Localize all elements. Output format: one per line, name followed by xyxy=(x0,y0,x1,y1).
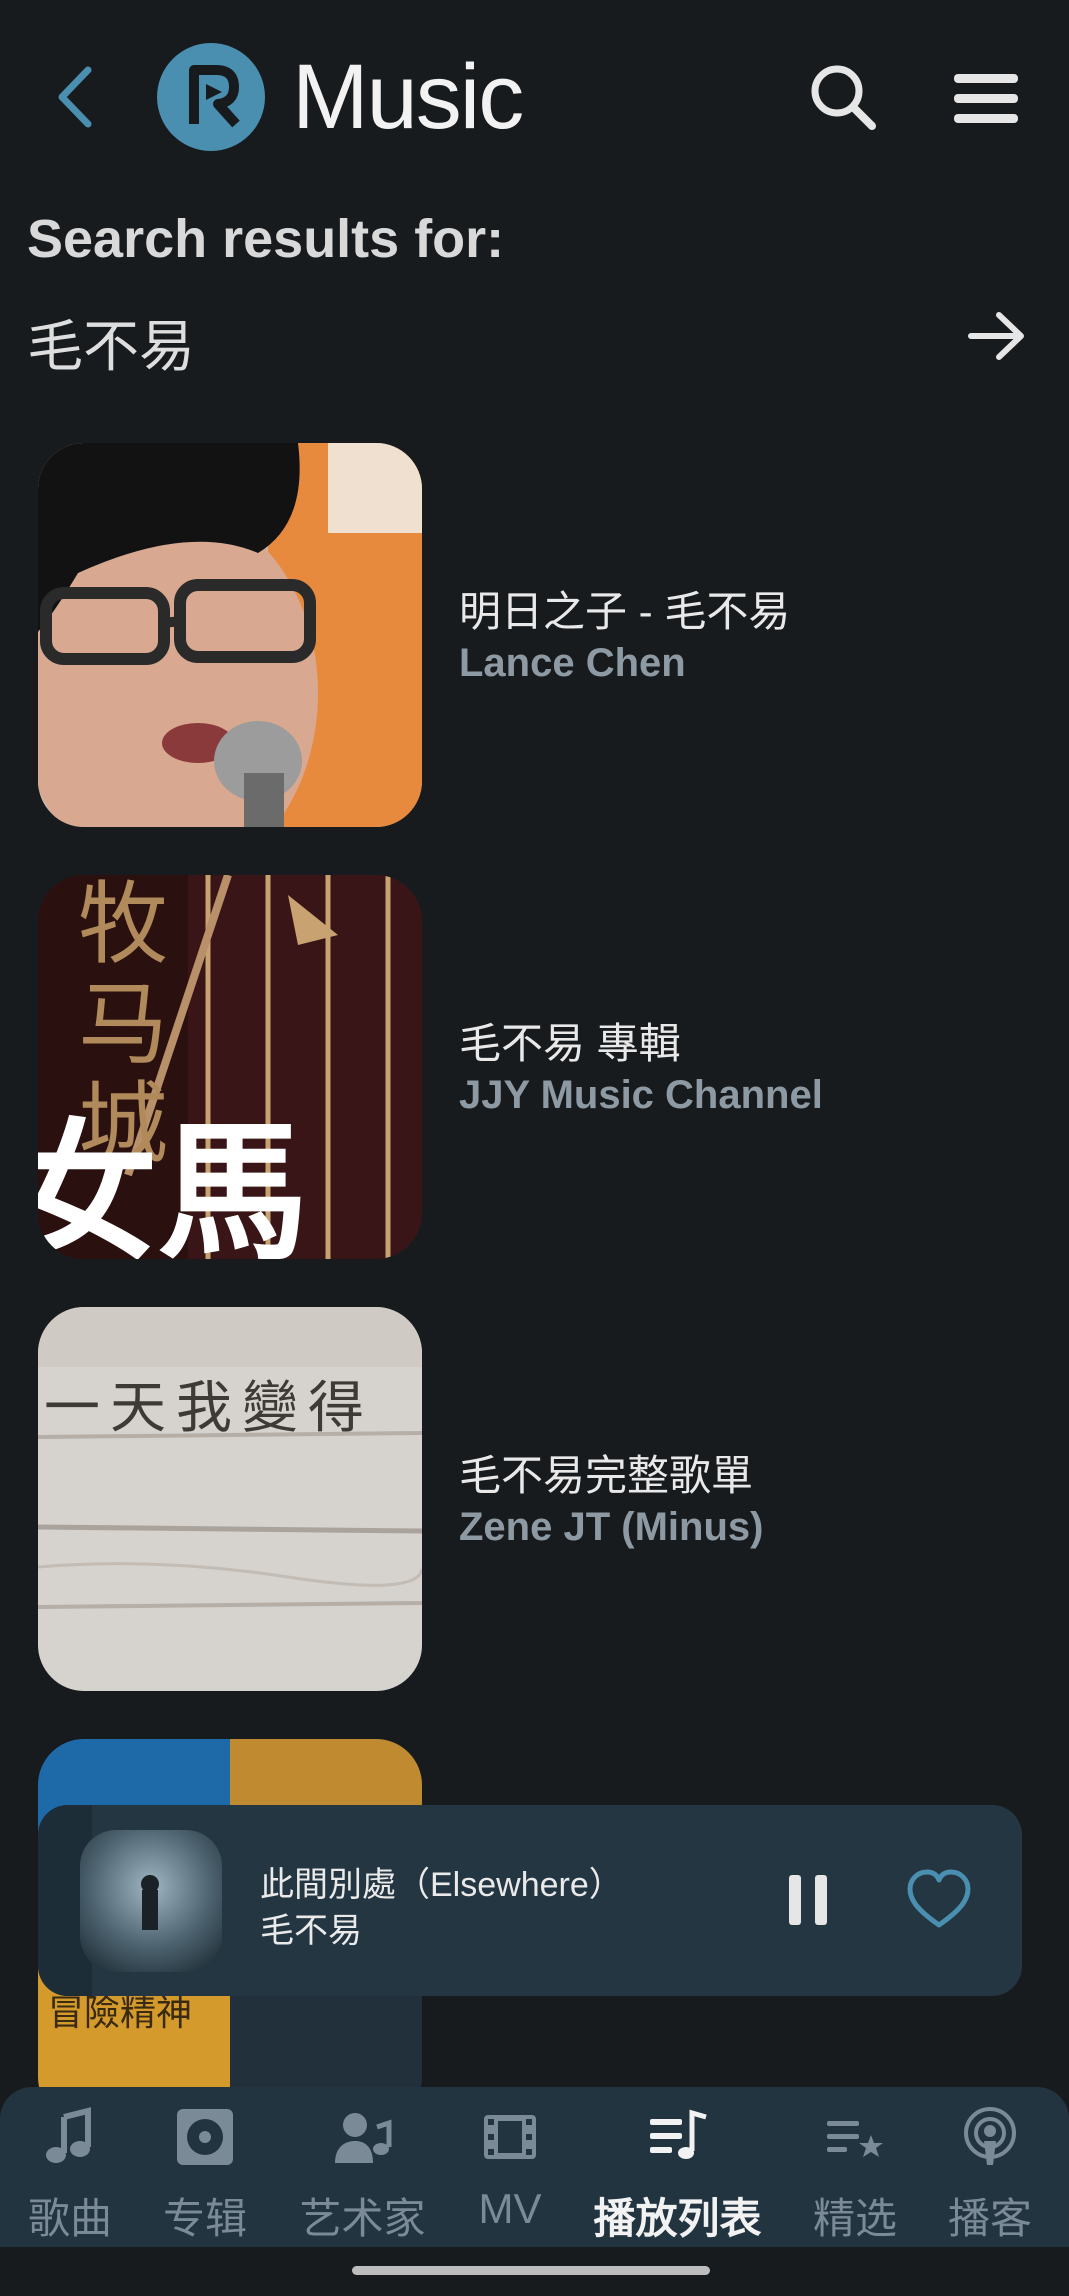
tab-mv[interactable]: MV xyxy=(455,2087,565,2247)
artist-icon xyxy=(334,2113,391,2163)
tab-songs[interactable]: 歌曲 xyxy=(10,2087,130,2247)
music-note-icon xyxy=(46,2107,91,2163)
search-results-label: Search results for: xyxy=(27,209,505,269)
home-indicator[interactable] xyxy=(352,2266,710,2275)
result-channel: Zene JT (Minus) xyxy=(459,1505,764,1549)
thumbnail-caption: 冒險精神 xyxy=(48,1993,192,2034)
result-channel: Lance Chen xyxy=(459,641,686,685)
thumbnail-caption: 一天我變得 xyxy=(44,1376,374,1441)
tab-label: 精选 xyxy=(812,2195,897,2242)
svg-text:牧: 牧 xyxy=(78,875,168,977)
app-title: Music xyxy=(292,46,524,148)
result-thumbnail: 一天我變得 xyxy=(38,1307,422,1691)
tab-featured[interactable]: 精选 xyxy=(795,2087,915,2247)
now-playing-title: 此間別處（Elsewhere） xyxy=(260,1866,623,1904)
bottom-tab-bar: 歌曲 专辑 艺术家 MV 播放列表 精选 播客 xyxy=(0,2087,1069,2247)
now-playing-bar[interactable]: 此間別處（Elsewhere） 毛不易 xyxy=(38,1805,1022,1996)
result-title: 毛不易 專輯 xyxy=(459,1020,681,1067)
tab-label: 播放列表 xyxy=(593,2195,762,2242)
svg-text:女馬: 女馬 xyxy=(38,1105,308,1259)
result-channel: JJY Music Channel xyxy=(459,1073,823,1117)
playlist-icon xyxy=(649,2109,707,2159)
hamburger-menu-icon[interactable] xyxy=(952,68,1020,128)
heart-icon[interactable] xyxy=(906,1865,972,1935)
podcast-icon xyxy=(964,2107,1016,2165)
tab-label: MV xyxy=(478,2185,542,2232)
svg-text:马: 马 xyxy=(78,972,168,1077)
app-header: Music xyxy=(0,0,1069,195)
search-icon[interactable] xyxy=(808,62,878,132)
result-thumbnail xyxy=(38,443,422,827)
now-playing-artist: 毛不易 xyxy=(260,1912,362,1950)
pause-icon[interactable] xyxy=(773,1867,843,1933)
film-icon xyxy=(484,2115,536,2159)
tab-label: 专辑 xyxy=(162,2195,247,2242)
tab-label: 歌曲 xyxy=(27,2195,112,2242)
result-title: 毛不易完整歌單 xyxy=(459,1452,754,1499)
tab-artists[interactable]: 艺术家 xyxy=(290,2087,435,2247)
now-playing-artwork[interactable] xyxy=(80,1830,222,1972)
tab-label: 播客 xyxy=(947,2195,1032,2242)
tab-albums[interactable]: 专辑 xyxy=(145,2087,265,2247)
result-item[interactable]: 明日之子 - 毛不易 Lance Chen xyxy=(38,443,1038,828)
tab-podcasts[interactable]: 播客 xyxy=(930,2087,1050,2247)
arrow-right-icon[interactable] xyxy=(967,308,1027,364)
tab-playlists[interactable]: 播放列表 xyxy=(585,2087,770,2247)
search-query: 毛不易 xyxy=(27,315,195,378)
result-item[interactable]: 一天我變得 毛不易完整歌單 Zene JT (Minus) xyxy=(38,1307,1038,1692)
result-title: 明日之子 - 毛不易 xyxy=(459,588,791,635)
music-logo-icon xyxy=(157,43,265,151)
featured-list-icon xyxy=(827,2121,883,2157)
album-icon xyxy=(177,2109,233,2165)
tab-label: 艺术家 xyxy=(299,2195,426,2242)
result-item[interactable]: 牧 马 城 女馬 毛不易 專輯 JJY Music Channel xyxy=(38,875,1038,1260)
back-arrow-icon[interactable] xyxy=(50,62,100,132)
result-thumbnail: 牧 马 城 女馬 xyxy=(38,875,422,1259)
